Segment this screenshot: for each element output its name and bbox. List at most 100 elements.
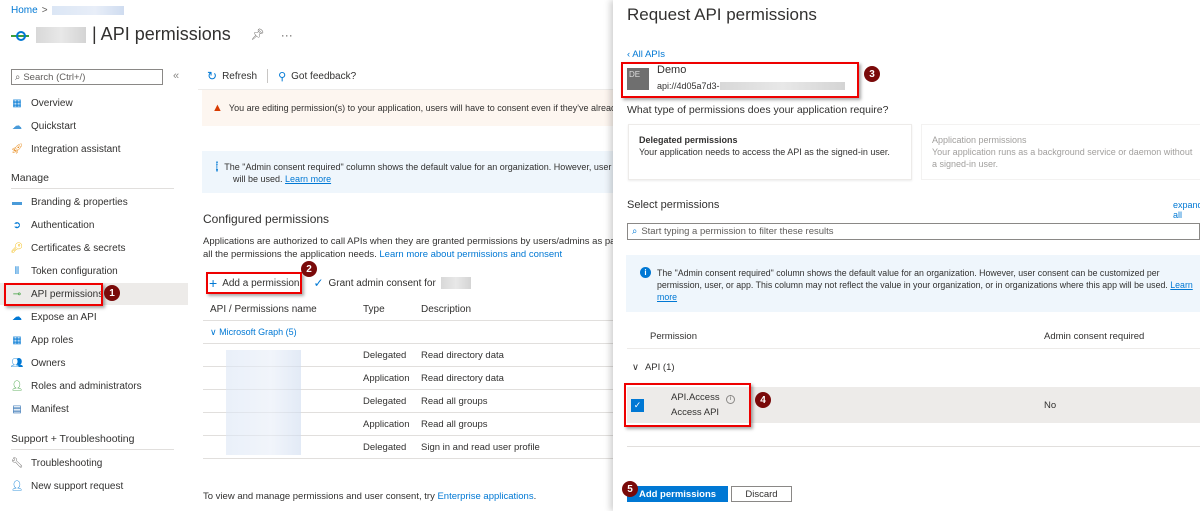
grant-admin-consent-button[interactable]: ✓ Grant admin consent for [313,276,471,290]
add-permissions-button[interactable]: Add permissions [627,486,728,502]
highlight-box-1 [4,283,103,306]
column-header-description: Description [421,304,472,315]
breadcrumb-home[interactable]: Home [11,5,38,16]
sidebar-item-quickstart[interactable]: ☁ Quickstart [11,115,187,137]
panel-learn-more-link-cont[interactable]: more [657,291,1193,303]
panel-info-line-1: The "Admin consent required" column show… [657,268,1160,278]
info-text-cont: will be used. [233,174,283,184]
row-type: Delegated [363,395,407,407]
overview-icon: ▦ [12,97,22,109]
breadcrumb-separator: > [41,5,48,16]
sidebar-item-troubleshooting[interactable]: 🔧︎ Troubleshooting [11,452,187,474]
sidebar-item-token-configuration[interactable]: ⦀ Token configuration [11,260,187,282]
collapse-sidebar-icon[interactable]: « [173,70,179,82]
sidebar-item-manifest[interactable]: ▤ Manifest [11,398,187,420]
checkmark-icon: ✓ [313,276,324,290]
all-apis-link[interactable]: ‹ All APIs [627,49,665,60]
sidebar-item-label: Roles and administrators [31,380,142,392]
column-header-type: Type [363,304,385,315]
owners-icon: 👥︎ [10,357,24,369]
application-desc: Your application runs as a background se… [932,147,1193,169]
app-roles-icon: ▦ [12,334,22,346]
desc-line-2: all the permissions the application need… [203,249,377,260]
sidebar-item-label: Authentication [31,219,95,231]
chevron-left-icon: ‹ [627,49,631,60]
sidebar-item-label: Expose an API [31,311,97,323]
feedback-button[interactable]: ⚲ Got feedback? [278,70,356,83]
row-divider [627,446,1200,447]
panel-learn-more-link[interactable]: Learn [1170,280,1193,290]
more-options-icon[interactable]: ··· [281,28,293,42]
sidebar-item-owners[interactable]: 👥︎ Owners [11,352,187,374]
grant-consent-label: Grant admin consent for [328,277,436,289]
enterprise-applications-link[interactable]: Enterprise applications [437,491,533,502]
step-badge-1: 1 [104,285,120,301]
breadcrumb: Home > [11,5,124,16]
sidebar-item-overview[interactable]: ▦ Overview [11,92,187,114]
api-group-row[interactable]: ∨ API (1) [632,362,675,373]
token-icon: ⦀ [14,265,20,277]
permission-filter-input[interactable]: ⌕ Start typing a permission to filter th… [627,223,1200,240]
configured-permissions-title: Configured permissions [203,212,330,226]
delegated-permissions-option[interactable]: Delegated permissions Your application n… [628,124,912,180]
warning-text: You are editing permission(s) to your ap… [228,103,613,113]
row-type: Delegated [363,349,407,361]
breadcrumb-app-redacted[interactable] [51,6,124,15]
group-row-microsoft-graph[interactable]: ∨ Microsoft Graph (5) [203,321,613,344]
info-icon: i [640,267,651,278]
application-permissions-option[interactable]: Application permissions Your application… [921,124,1200,180]
panel-info-banner: i The "Admin consent required" column sh… [626,255,1200,312]
sidebar-item-label: Overview [31,97,73,109]
sidebar-item-label: App roles [31,334,74,346]
highlight-box-3 [621,62,859,98]
toolbar: ↻ Refresh ⚲ Got feedback? [207,69,356,83]
sidebar-item-label: Branding & properties [31,196,128,208]
sidebar-item-new-support-request[interactable]: 👤︎ New support request [11,475,187,497]
pin-icon[interactable]: 📌︎ [251,28,265,41]
search-placeholder: Search (Ctrl+/) [23,71,86,83]
sidebar-item-app-roles[interactable]: ▦ App roles [11,329,187,351]
tenant-name-redacted [440,277,471,289]
app-registration-icon [11,30,29,41]
toolbar-divider [267,69,269,83]
info-text: The "Admin consent required" column show… [224,162,613,172]
learn-more-link[interactable]: Learn more [285,174,331,184]
sidebar-item-label: Troubleshooting [31,457,103,469]
warning-banner: ▲ You are editing permission(s) to your … [202,90,613,126]
sidebar-item-certificates[interactable]: 🔑︎ Certificates & secrets [11,237,187,259]
row-type: Delegated [363,441,407,453]
chevron-down-icon: ∨ [210,326,217,337]
learn-more-permissions-link[interactable]: Learn more about permissions and consent [379,249,562,260]
delegated-desc: Your application needs to access the API… [639,147,890,157]
sidebar-section-support: Support + Troubleshooting [11,433,174,450]
discard-button[interactable]: Discard [731,486,792,502]
sidebar-item-integration-assistant[interactable]: 🚀︎ Integration assistant [11,138,187,160]
row-description: Read all groups [421,395,488,407]
permission-type-question: What type of permissions does your appli… [627,104,889,116]
authentication-icon: ➲ [12,219,22,231]
step-badge-5: 5 [622,481,638,497]
sidebar-item-roles-admins[interactable]: 👤︎ Roles and administrators [11,375,187,397]
sidebar-item-branding[interactable]: ▬ Branding & properties [11,191,187,213]
branding-icon: ▬ [12,196,22,208]
column-header-permission: Permission [650,331,697,342]
warning-icon: ▲ [212,102,223,114]
panel-info-line-2: permission, user, or app. This column ma… [657,280,1168,290]
search-icon: ⌕ [632,226,638,237]
sidebar-search-input[interactable]: ⌕ Search (Ctrl+/) [11,69,163,85]
expand-all-link[interactable]: expand all [1173,200,1200,220]
sidebar-item-label: Integration assistant [31,143,121,155]
title-row: | API permissions 📌︎ ··· [10,24,293,45]
application-title: Application permissions [932,135,1027,145]
refresh-button[interactable]: ↻ Refresh [207,69,257,83]
step-badge-4: 4 [755,392,771,408]
desc-line-1: Applications are authorized to call APIs… [203,236,613,247]
row-description: Read all groups [421,418,488,430]
sidebar-item-expose-api[interactable]: ☁ Expose an API [11,306,187,328]
footer-note: To view and manage permissions and user … [203,491,536,502]
filter-placeholder: Start typing a permission to filter thes… [641,226,834,237]
admin-consent-value: No [1044,399,1057,411]
refresh-icon: ↻ [207,69,218,83]
chevron-down-icon: ∨ [632,362,639,373]
sidebar-item-authentication[interactable]: ➲ Authentication [11,214,187,236]
